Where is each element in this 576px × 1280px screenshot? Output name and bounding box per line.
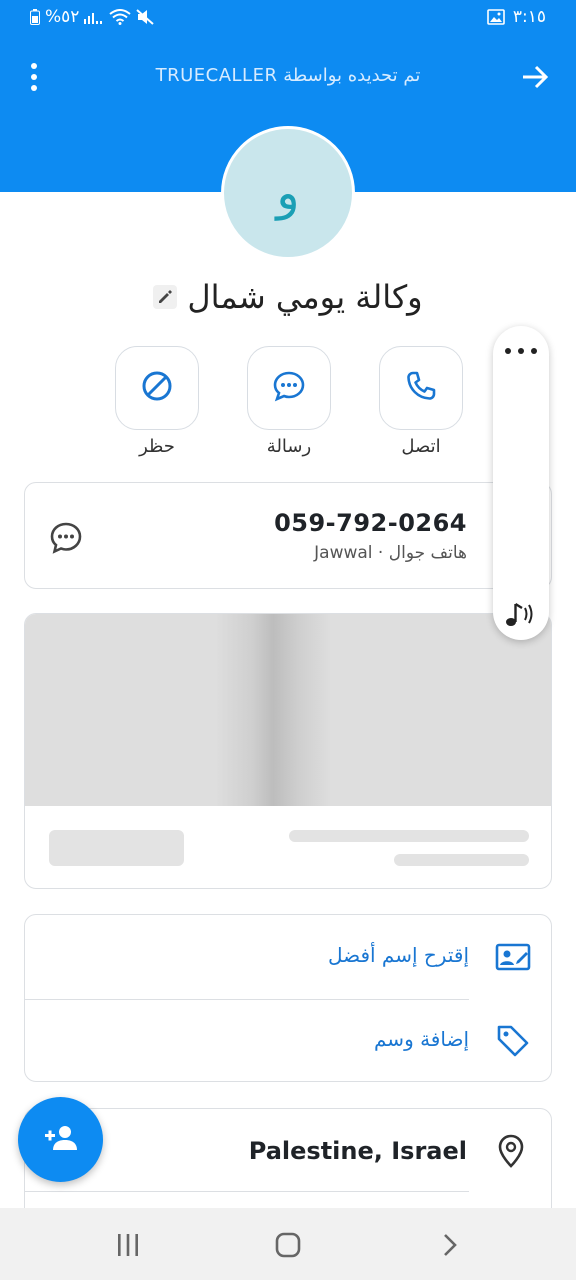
location-pin-icon <box>493 1133 529 1169</box>
ad-button-placeholder <box>49 830 184 866</box>
top-bar: تم تحديده بواسطة TRUECALLER <box>0 52 576 102</box>
suggest-name-row[interactable]: إقترح إسم أفضل <box>25 915 553 999</box>
message-action: رسالة <box>247 346 331 457</box>
suggest-name-label: إقترح إسم أفضل <box>327 943 469 967</box>
wifi-icon <box>109 9 132 25</box>
status-left: %٥٢ <box>30 7 155 27</box>
contact-name-row: وكالة يومي شمال <box>0 272 576 322</box>
avatar: و <box>221 126 355 260</box>
forward-arrow-icon[interactable] <box>520 62 550 92</box>
location-text: Palestine, Israel <box>248 1137 467 1165</box>
back-icon[interactable] <box>435 1230 465 1260</box>
floating-side-panel <box>493 326 549 640</box>
home-icon[interactable] <box>273 1230 303 1260</box>
signal-icon <box>84 10 104 24</box>
suggest-name-icon <box>495 939 531 975</box>
contact-actions-card: إقترح إسم أفضل إضافة وسم <box>24 914 552 1082</box>
ad-image-placeholder <box>25 614 551 806</box>
battery-icon <box>30 9 40 25</box>
call-action: اتصل <box>379 346 463 457</box>
status-right: ٣:١٥ <box>487 7 546 27</box>
add-tag-row[interactable]: إضافة وسم <box>25 999 553 1083</box>
add-person-icon <box>41 1122 81 1158</box>
status-time: ٣:١٥ <box>512 7 546 27</box>
block-action: حظر <box>115 346 199 457</box>
ad-text-placeholder <box>289 830 529 842</box>
phone-carrier: هاتف جوال · Jawwal <box>314 543 467 563</box>
phone-number: 059-792-0264 <box>274 509 467 537</box>
add-contact-button[interactable] <box>18 1097 103 1182</box>
message-icon <box>272 369 306 407</box>
battery-percent: %٥٢ <box>45 7 80 27</box>
sound-icon[interactable] <box>503 598 539 630</box>
system-navigation-bar <box>0 1208 576 1280</box>
ad-placeholder-card <box>24 613 552 889</box>
block-label: حظر <box>139 436 175 457</box>
call-button[interactable] <box>379 346 463 430</box>
block-icon <box>140 369 174 407</box>
mute-icon <box>136 9 155 25</box>
edit-name-icon[interactable] <box>153 285 178 309</box>
phone-icon <box>405 370 437 406</box>
divider <box>25 1191 469 1192</box>
contact-name: وكالة يومي شمال <box>187 278 423 316</box>
updated-by-truecaller: تم تحديده بواسطة TRUECALLER <box>155 65 421 86</box>
tag-icon <box>495 1023 531 1059</box>
call-label: اتصل <box>401 436 441 457</box>
sms-icon[interactable] <box>49 521 83 555</box>
message-button[interactable] <box>247 346 331 430</box>
recent-apps-icon[interactable] <box>113 1230 143 1260</box>
status-bar: %٥٢ ٣:١٥ <box>0 0 576 36</box>
block-button[interactable] <box>115 346 199 430</box>
gallery-icon <box>487 9 505 25</box>
add-tag-label: إضافة وسم <box>374 1027 469 1051</box>
ad-text-placeholder <box>394 854 529 866</box>
side-panel-more-icon[interactable] <box>505 348 537 358</box>
phone-number-card[interactable]: 059-792-0264 هاتف جوال · Jawwal <box>24 482 552 589</box>
more-options-icon[interactable] <box>22 63 46 91</box>
message-label: رسالة <box>266 436 312 457</box>
